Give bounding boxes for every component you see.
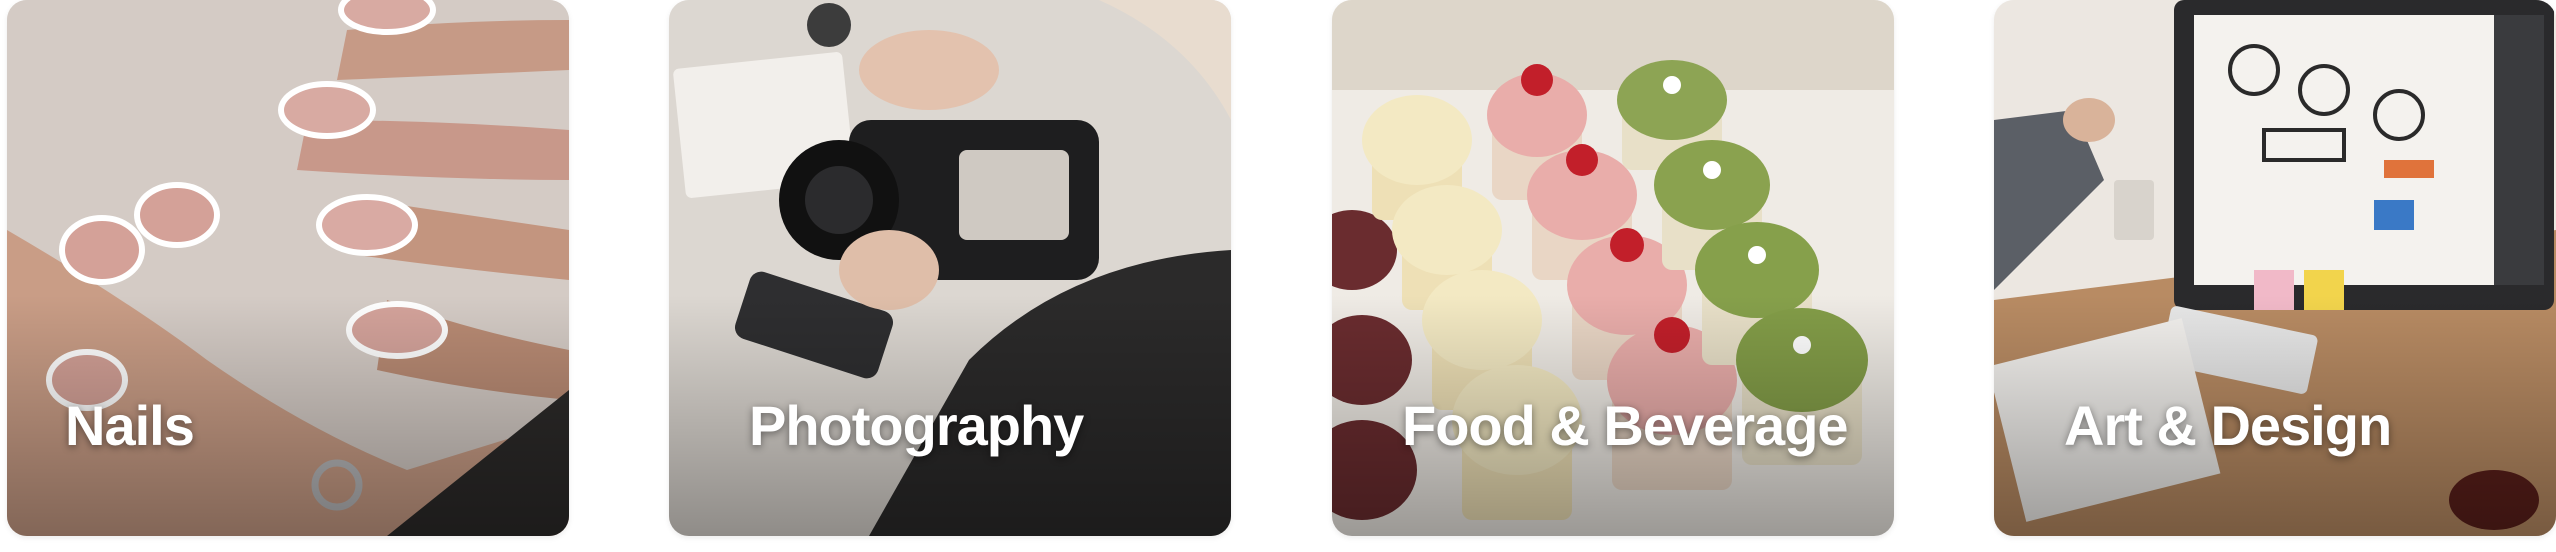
category-label-nails: Nails <box>65 394 195 457</box>
category-label-photography: Photography <box>749 394 1084 457</box>
category-card-photography[interactable]: Photography <box>669 0 1231 536</box>
category-grid: Nails Photography Food & Beverage Art & … <box>0 0 2556 552</box>
category-card-nails[interactable]: Nails <box>7 0 569 536</box>
category-card-food-beverage[interactable]: Food & Beverage <box>1332 0 1894 536</box>
category-label-food-beverage: Food & Beverage <box>1402 394 1849 457</box>
category-label-art-design: Art & Design <box>2064 394 2392 457</box>
category-card-art-design[interactable]: Art & Design <box>1994 0 2556 536</box>
